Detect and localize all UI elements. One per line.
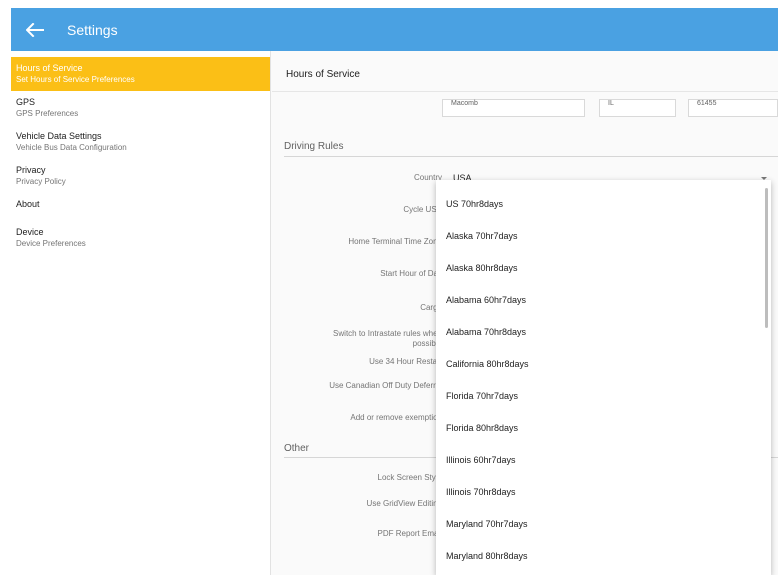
settings-sidebar: Hours of Service Set Hours of Service Pr…	[11, 51, 271, 575]
sidebar-item-vehicle-data-settings[interactable]: Vehicle Data Settings Vehicle Bus Data C…	[11, 125, 270, 159]
sidebar-item-hours-of-service[interactable]: Hours of Service Set Hours of Service Pr…	[11, 57, 270, 91]
arrow-left-icon[interactable]	[15, 8, 55, 51]
sidebar-item-sublabel: Privacy Policy	[16, 177, 66, 186]
sidebar-item-device[interactable]: Device Device Preferences	[11, 221, 270, 255]
sidebar-item-about[interactable]: About	[11, 193, 270, 221]
sidebar-item-sublabel: Set Hours of Service Preferences	[16, 75, 135, 84]
dropdown-option[interactable]: California 80hr8days	[436, 348, 771, 380]
home-terminal-time-zone-label: Home Terminal Time Zone	[348, 237, 442, 246]
dropdown-option[interactable]: US 70hr8days	[436, 188, 771, 220]
sidebar-item-privacy[interactable]: Privacy Privacy Policy	[11, 159, 270, 193]
sidebar-item-label: Privacy	[16, 165, 46, 175]
switch-intrastate-label: Switch to Intrastate rules when possible	[333, 329, 442, 348]
page-title: Settings	[67, 21, 118, 38]
use-34-hour-restart-label: Use 34 Hour Restart	[369, 357, 442, 366]
canadian-off-duty-deferral-label: Use Canadian Off Duty Deferral	[329, 381, 442, 390]
city-field[interactable]: Macomb	[442, 99, 585, 117]
state-value: IL	[608, 100, 614, 107]
gridview-editing-label: Use GridView Editing	[366, 499, 442, 508]
sidebar-item-label: About	[16, 199, 40, 209]
sidebar-item-label: GPS	[16, 97, 36, 107]
dropdown-option[interactable]: Maryland 70hr7days	[436, 508, 771, 540]
dropdown-option[interactable]: Illinois 70hr8days	[436, 476, 771, 508]
zip-field[interactable]: 61455	[688, 99, 778, 117]
dropdown-option[interactable]: Maryland 80hr8days	[436, 540, 771, 572]
dropdown-option[interactable]: Alabama 60hr7days	[436, 284, 771, 316]
sidebar-item-label: Device	[16, 227, 44, 237]
zip-value: 61455	[697, 100, 717, 107]
dropdown-option[interactable]: Illinois 60hr7days	[436, 444, 771, 476]
driving-rules-title: Driving Rules	[284, 141, 344, 152]
sidebar-item-sublabel: Device Preferences	[16, 239, 86, 248]
sidebar-item-sublabel: Vehicle Bus Data Configuration	[16, 143, 127, 152]
dropdown-option[interactable]: Alaska 80hr8days	[436, 252, 771, 284]
pdf-report-email-label: PDF Report Email	[377, 529, 442, 538]
sidebar-item-sublabel: GPS Preferences	[16, 109, 79, 118]
state-field[interactable]: IL	[599, 99, 676, 117]
app-bar: Settings	[11, 8, 778, 51]
sidebar-item-gps[interactable]: GPS GPS Preferences	[11, 91, 270, 125]
cycle-dropdown-list[interactable]: US 70hr8days Alaska 70hr7days Alaska 80h…	[436, 180, 771, 575]
dropdown-option[interactable]: Alabama 70hr8days	[436, 316, 771, 348]
start-hour-of-day-label: Start Hour of Day	[380, 269, 442, 278]
divider	[284, 156, 778, 157]
sidebar-item-label: Hours of Service	[16, 63, 83, 73]
dropdown-option[interactable]: Alaska 70hr7days	[436, 220, 771, 252]
sidebar-item-label: Vehicle Data Settings	[16, 131, 102, 141]
dropdown-option[interactable]: Florida 80hr8days	[436, 412, 771, 444]
section-header: Hours of Service	[286, 69, 360, 80]
dropdown-scrollbar[interactable]	[765, 188, 768, 328]
divider	[272, 91, 778, 92]
city-value: Macomb	[451, 100, 478, 107]
lock-screen-style-label: Lock Screen Style	[377, 473, 442, 482]
other-title: Other	[284, 443, 310, 454]
dropdown-option[interactable]: Florida 70hr7days	[436, 380, 771, 412]
exemption-label: Add or remove exemption	[350, 413, 442, 422]
